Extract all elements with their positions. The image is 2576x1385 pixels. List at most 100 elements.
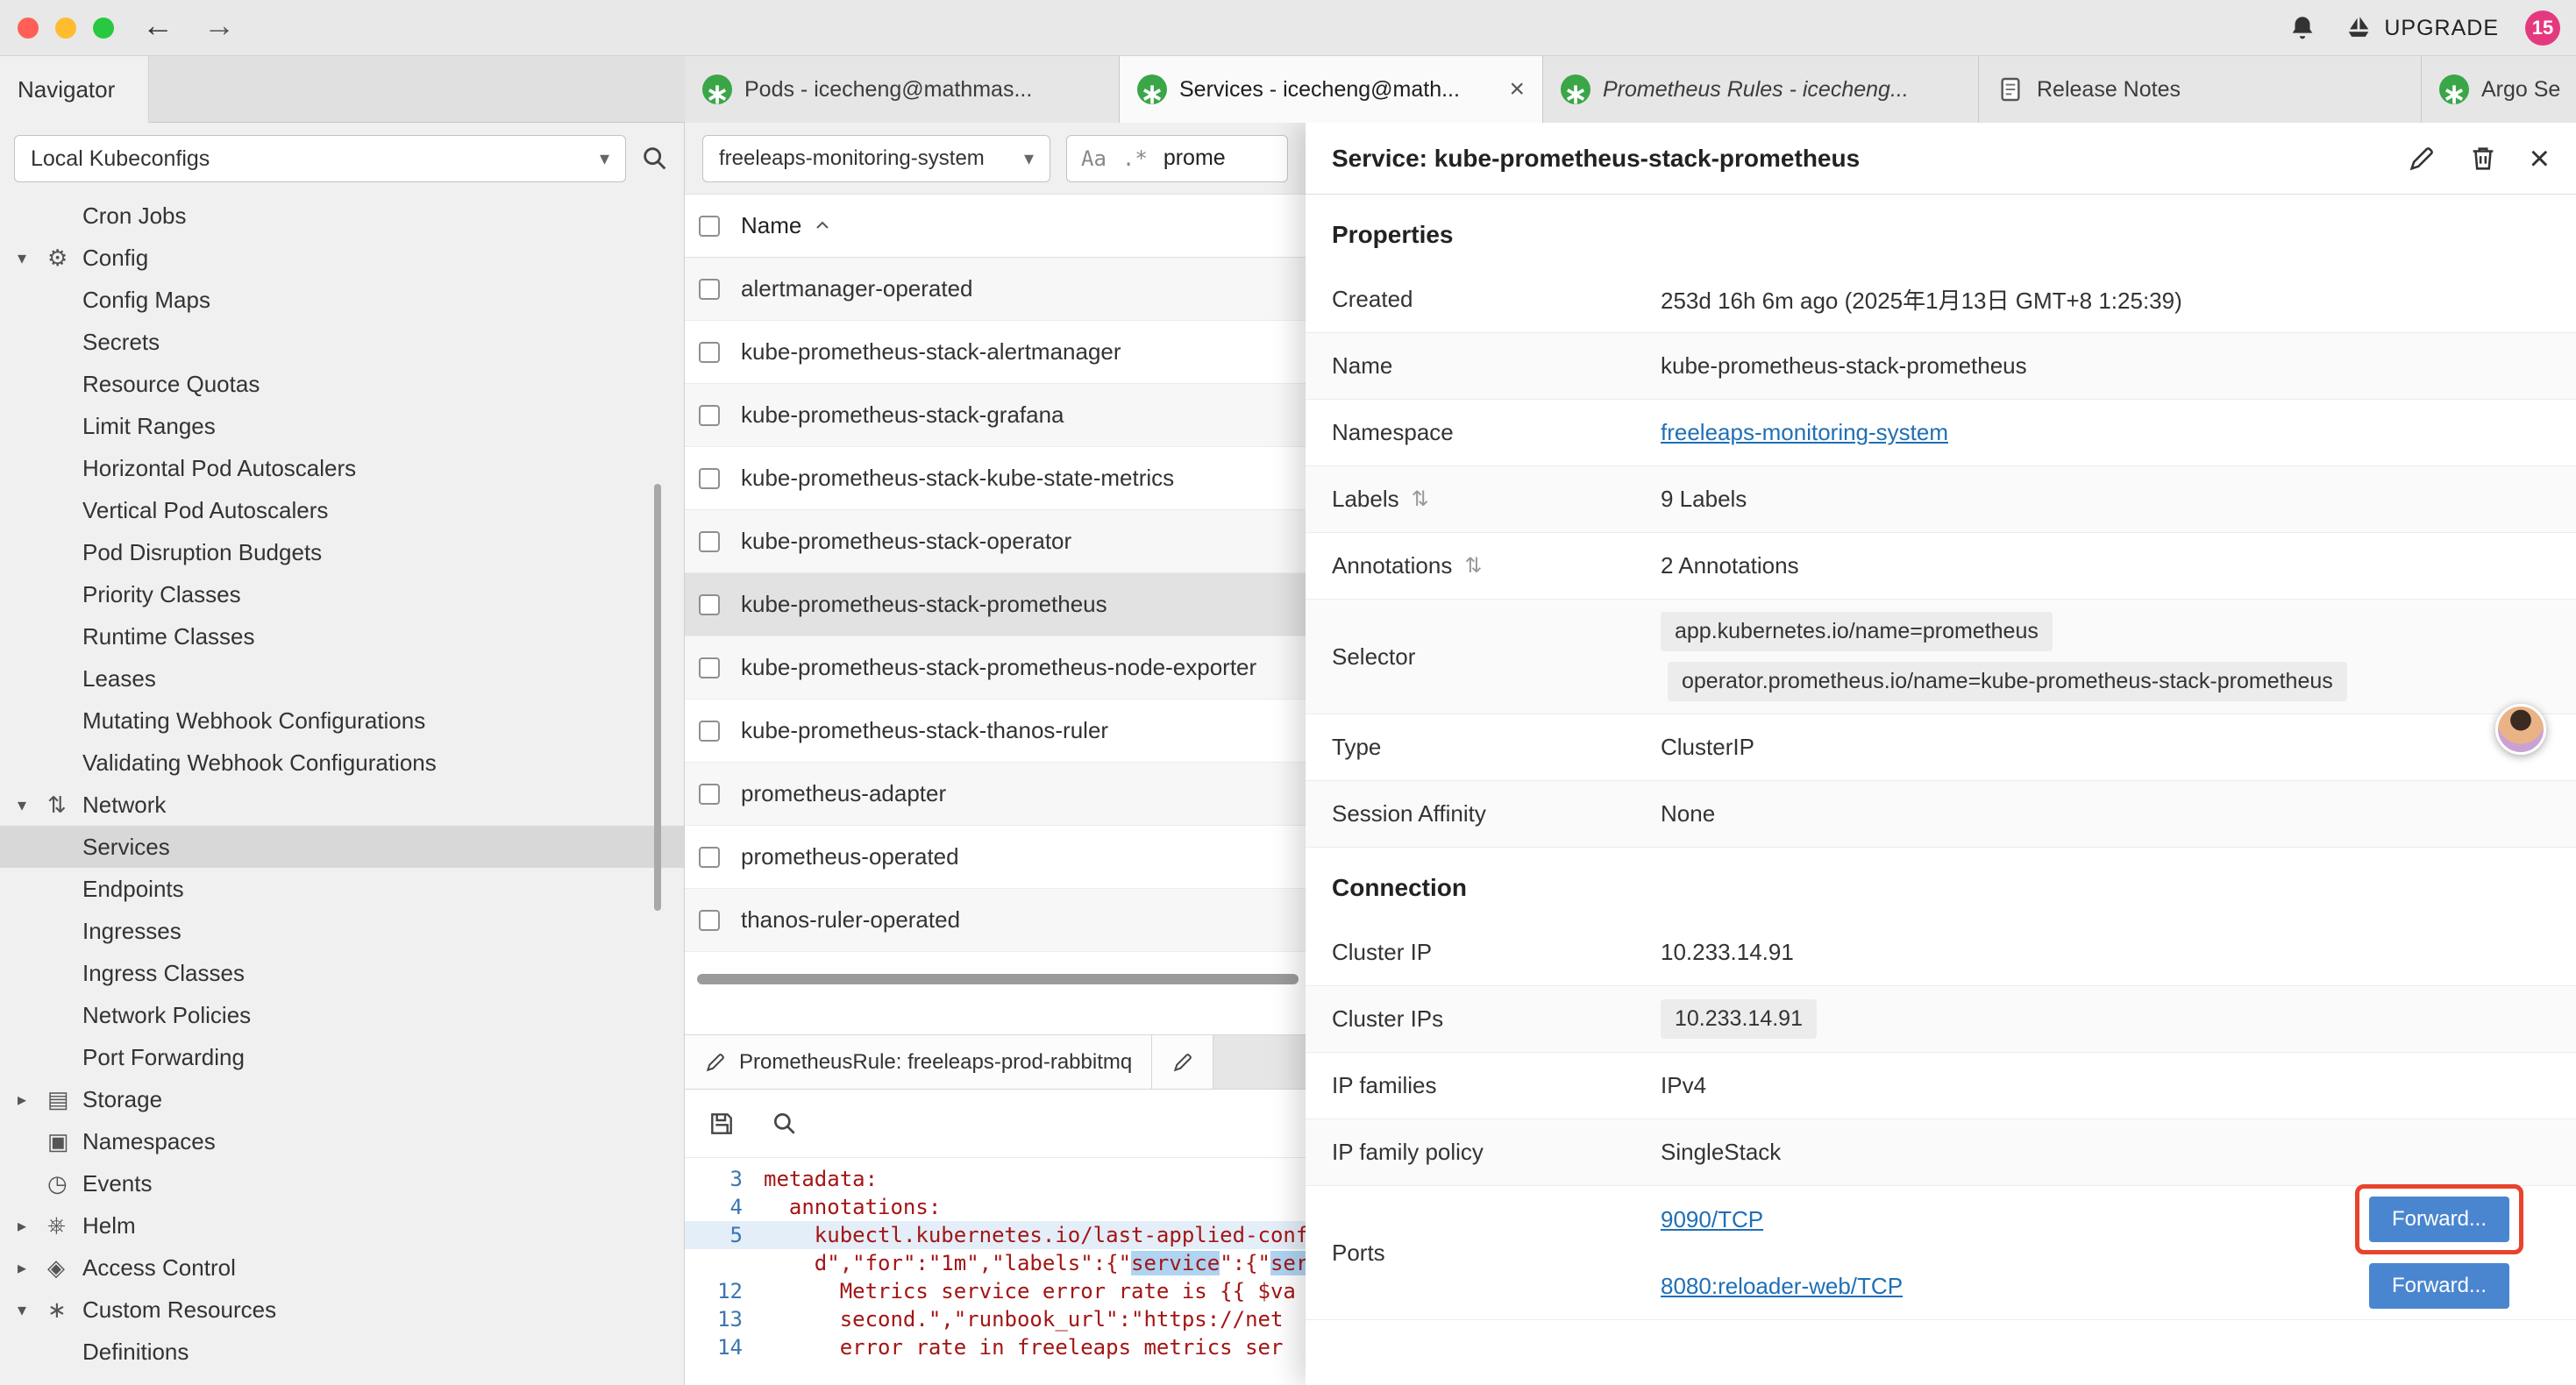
table-row[interactable]: thanos-ruler-operated <box>685 889 1306 952</box>
sidebar-item-network[interactable]: ▾⇅Network <box>0 784 684 826</box>
user-avatar[interactable] <box>2495 704 2546 755</box>
delete-button[interactable] <box>2468 144 2498 174</box>
sidebar-item-network-policies[interactable]: Network Policies <box>0 994 684 1036</box>
chevron-down-icon[interactable]: ▾ <box>18 1299 47 1321</box>
port-link[interactable]: 9090/TCP <box>1661 1206 1763 1233</box>
table-row[interactable]: prometheus-operated <box>685 826 1306 889</box>
forward-button[interactable]: Forward... <box>2369 1197 2509 1242</box>
regex-toggle[interactable]: .* <box>1122 146 1148 171</box>
table-row[interactable]: prometheus-adapter <box>685 763 1306 826</box>
sidebar-item-mutating-webhook-configurations[interactable]: Mutating Webhook Configurations <box>0 700 684 742</box>
kubeconfig-selector[interactable]: Local Kubeconfigs ▾ <box>14 135 626 182</box>
row-checkbox[interactable] <box>699 910 720 931</box>
sidebar-item-port-forwarding[interactable]: Port Forwarding <box>0 1036 684 1078</box>
table-row[interactable]: kube-prometheus-stack-alertmanager <box>685 321 1306 384</box>
forward-button[interactable]: Forward... <box>2369 1263 2509 1309</box>
sidebar-item-access-control[interactable]: ▸◈Access Control <box>0 1246 684 1289</box>
tab-prometheus-rules-icecheng[interactable]: ∗Prometheus Rules - icecheng... <box>1543 56 1979 123</box>
sidebar-item-limit-ranges[interactable]: Limit Ranges <box>0 405 684 447</box>
chevron-right-icon[interactable]: ▸ <box>18 1257 47 1279</box>
expand-toggle-icon[interactable]: ⇅ <box>1412 487 1429 512</box>
table-row[interactable]: alertmanager-operated <box>685 258 1306 321</box>
sidebar-item-secrets[interactable]: Secrets <box>0 321 684 363</box>
sidebar-item-custom-resources[interactable]: ▾∗Custom Resources <box>0 1289 684 1331</box>
name-column-header[interactable]: Name <box>741 212 801 239</box>
notification-count-badge[interactable]: 15 <box>2525 11 2560 46</box>
table-row[interactable]: kube-prometheus-stack-grafana <box>685 384 1306 447</box>
tab-services-icecheng-math[interactable]: ∗Services - icecheng@math...× <box>1120 56 1543 123</box>
dock-tab-prometheusrule[interactable]: PrometheusRule: freeleaps-prod-rabbitmq <box>685 1035 1152 1089</box>
navigator-tab[interactable]: Navigator <box>0 56 149 123</box>
row-checkbox[interactable] <box>699 405 720 426</box>
sort-ascending-icon[interactable] <box>812 216 833 237</box>
table-row[interactable]: kube-prometheus-stack-kube-state-metrics <box>685 447 1306 510</box>
sidebar-item-ingresses[interactable]: Ingresses <box>0 910 684 952</box>
code-editor[interactable]: 3metadata:4annotations:5kubectl.kubernet… <box>685 1158 1306 1361</box>
row-checkbox[interactable] <box>699 531 720 552</box>
table-row[interactable]: kube-prometheus-stack-thanos-ruler <box>685 700 1306 763</box>
edit-button[interactable] <box>2407 144 2437 174</box>
match-case-toggle[interactable]: Aa <box>1081 146 1107 171</box>
expand-toggle-icon[interactable]: ⇅ <box>1464 553 1482 579</box>
close-drawer-button[interactable]: × <box>2530 141 2550 176</box>
row-checkbox[interactable] <box>699 279 720 300</box>
row-checkbox[interactable] <box>699 342 720 363</box>
row-checkbox[interactable] <box>699 594 720 615</box>
notification-bell-icon[interactable] <box>2288 13 2317 43</box>
tab-pods-icecheng-mathmas[interactable]: ∗Pods - icecheng@mathmas... <box>685 56 1120 123</box>
document-icon <box>1996 75 2025 103</box>
sidebar-item-endpoints[interactable]: Endpoints <box>0 868 684 910</box>
chevron-right-icon[interactable]: ▸ <box>18 1215 47 1237</box>
minimize-window-button[interactable] <box>55 18 76 39</box>
upgrade-button[interactable]: UPGRADE <box>2344 13 2499 43</box>
sidebar-item-config-maps[interactable]: Config Maps <box>0 279 684 321</box>
namespace-link[interactable]: freeleaps-monitoring-system <box>1661 419 1948 446</box>
sidebar-item-horizontal-pod-autoscalers[interactable]: Horizontal Pod Autoscalers <box>0 447 684 489</box>
close-tab-icon[interactable]: × <box>1509 76 1525 103</box>
sidebar-item-helm[interactable]: ▸⎈Helm <box>0 1204 684 1246</box>
editor-search-button[interactable] <box>771 1110 799 1138</box>
sidebar-item-runtime-classes[interactable]: Runtime Classes <box>0 615 684 657</box>
table-row[interactable]: kube-prometheus-stack-prometheus-node-ex… <box>685 636 1306 700</box>
sidebar-item-cron-jobs[interactable]: Cron Jobs <box>0 195 684 237</box>
sidebar-item-namespaces[interactable]: ▣Namespaces <box>0 1120 684 1162</box>
sidebar-item-leases[interactable]: Leases <box>0 657 684 700</box>
sidebar-item-storage[interactable]: ▸▤Storage <box>0 1078 684 1120</box>
scrollbar-thumb[interactable] <box>697 974 1299 984</box>
port-link[interactable]: 8080:reloader-web/TCP <box>1661 1273 1903 1300</box>
search-input[interactable]: Aa .* prome <box>1066 135 1288 182</box>
namespace-selector[interactable]: freeleaps-monitoring-system ▾ <box>702 135 1050 182</box>
sidebar-item-events[interactable]: ◷Events <box>0 1162 684 1204</box>
save-button[interactable] <box>708 1110 736 1138</box>
dock-tab-next[interactable] <box>1152 1035 1213 1089</box>
sidebar-scrollbar[interactable] <box>654 484 661 911</box>
row-checkbox[interactable] <box>699 847 720 868</box>
table-row[interactable]: kube-prometheus-stack-prometheus <box>685 573 1306 636</box>
back-button[interactable]: ← <box>142 7 174 44</box>
chevron-down-icon[interactable]: ▾ <box>18 247 47 269</box>
tab-argo-se[interactable]: ∗Argo Se <box>2422 56 2576 123</box>
sidebar-item-resource-quotas[interactable]: Resource Quotas <box>0 363 684 405</box>
sidebar-item-vertical-pod-autoscalers[interactable]: Vertical Pod Autoscalers <box>0 489 684 531</box>
tab-release-notes[interactable]: Release Notes <box>1979 56 2422 123</box>
sidebar-item-pod-disruption-budgets[interactable]: Pod Disruption Budgets <box>0 531 684 573</box>
row-checkbox[interactable] <box>699 468 720 489</box>
table-row[interactable]: kube-prometheus-stack-operator <box>685 510 1306 573</box>
select-all-checkbox[interactable] <box>699 216 720 237</box>
maximize-window-button[interactable] <box>93 18 114 39</box>
chevron-down-icon[interactable]: ▾ <box>18 794 47 816</box>
row-checkbox[interactable] <box>699 657 720 678</box>
sidebar-item-ingress-classes[interactable]: Ingress Classes <box>0 952 684 994</box>
horizontal-scrollbar[interactable] <box>685 971 1306 987</box>
close-window-button[interactable] <box>18 18 39 39</box>
row-checkbox[interactable] <box>699 784 720 805</box>
sidebar-item-validating-webhook-configurations[interactable]: Validating Webhook Configurations <box>0 742 684 784</box>
row-checkbox[interactable] <box>699 721 720 742</box>
sidebar-item-priority-classes[interactable]: Priority Classes <box>0 573 684 615</box>
sidebar-item-config[interactable]: ▾⚙Config <box>0 237 684 279</box>
chevron-right-icon[interactable]: ▸ <box>18 1089 47 1111</box>
sidebar-item-services[interactable]: Services <box>0 826 684 868</box>
sidebar-search-button[interactable] <box>640 144 670 174</box>
sidebar-item-definitions[interactable]: Definitions <box>0 1331 684 1373</box>
forward-button[interactable]: → <box>203 7 235 44</box>
